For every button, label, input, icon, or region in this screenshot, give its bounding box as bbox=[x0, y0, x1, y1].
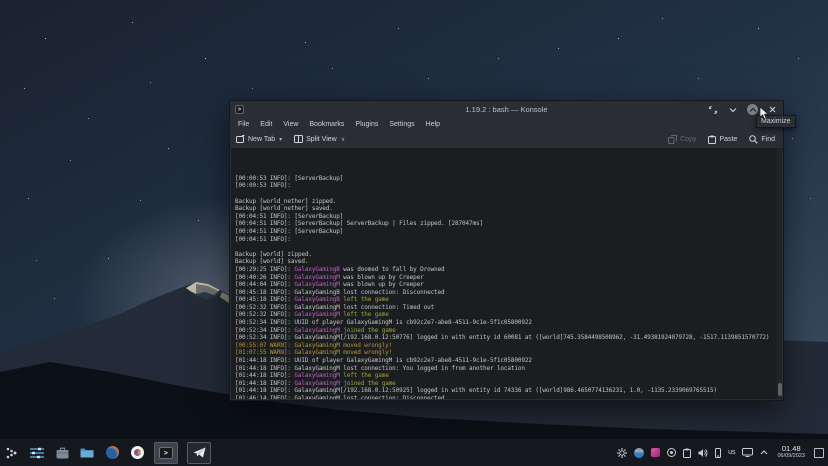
file-manager-icon[interactable] bbox=[79, 445, 95, 461]
terminal-log-line: [00:04:51 INFO]: [ServerBackup] bbox=[235, 228, 782, 236]
menu-file[interactable]: File bbox=[238, 121, 249, 128]
terminal-log-line: [00:52:34 INFO]: GalaxyGamingM joined th… bbox=[235, 327, 782, 335]
paste-button[interactable]: Paste bbox=[708, 135, 737, 144]
terminal-log-line: Backup [world_nether] saved. bbox=[235, 205, 782, 213]
menu-help[interactable]: Help bbox=[426, 121, 440, 128]
steam-icon[interactable] bbox=[634, 448, 644, 458]
menu-settings[interactable]: Settings bbox=[389, 121, 414, 128]
titlebar[interactable]: > 1.19.2 : bash — Konsole bbox=[230, 101, 783, 118]
terminal-log-line: [00:04:51 INFO]: [ServerBackup] bbox=[235, 213, 782, 221]
taskbar: > bbox=[0, 438, 828, 466]
clock-date: 06/09/2023 bbox=[777, 454, 805, 460]
terminal-log-line: [00:55:07 WARN]: GalaxyGamingM moved wro… bbox=[235, 342, 782, 350]
phone-icon[interactable] bbox=[715, 448, 721, 458]
terminal-log-line: [00:52:34 INFO]: GalaxyGamingM[/192.168.… bbox=[235, 334, 782, 342]
find-button[interactable]: Find bbox=[749, 135, 775, 144]
terminal-log-line: [01:44:18 INFO]: GalaxyGamingM[/192.168.… bbox=[235, 387, 782, 395]
find-icon bbox=[749, 135, 758, 144]
split-view-caret-icon: ∨ bbox=[341, 136, 345, 143]
terminal-log-line: [00:44:04 INFO]: GalaxyGamingM was blown… bbox=[235, 281, 782, 289]
terminal-log-line: [01:46:14 INFO]: GalaxyGamingM lost conn… bbox=[235, 395, 782, 399]
show-desktop-button[interactable] bbox=[814, 448, 824, 458]
terminal-log-line: [00:45:18 INFO]: GalaxyGamingB lost conn… bbox=[235, 289, 782, 297]
record-icon[interactable] bbox=[667, 448, 676, 457]
konsole-window: > 1.19.2 : bash — Konsole File Edit bbox=[229, 100, 784, 401]
terminal-scrollbar[interactable] bbox=[777, 149, 782, 399]
copy-button[interactable]: Copy bbox=[668, 135, 696, 144]
terminal-log-line: [00:29:25 INFO]: GalaxyGamingB was doome… bbox=[235, 266, 782, 274]
konsole-task-icon: > bbox=[159, 447, 173, 459]
expand-caret-icon[interactable] bbox=[760, 450, 768, 455]
briefcase-icon[interactable] bbox=[54, 445, 70, 461]
copy-icon bbox=[668, 135, 677, 144]
menu-view[interactable]: View bbox=[283, 121, 298, 128]
system-settings-icon[interactable] bbox=[29, 445, 45, 461]
new-tab-button[interactable]: New Tab ▾ bbox=[236, 135, 282, 143]
media-pink-icon[interactable] bbox=[651, 448, 660, 457]
app-circle-icon[interactable] bbox=[129, 445, 145, 461]
maximize-icon[interactable] bbox=[747, 104, 758, 115]
terminal-log-line: [00:52:34 INFO]: UUID of player GalaxyGa… bbox=[235, 319, 782, 327]
terminal-log-line: Backup [world] zipped. bbox=[235, 251, 782, 259]
terminal-log-line: [01:44:18 INFO]: UUID of player GalaxyGa… bbox=[235, 357, 782, 365]
clipboard-icon[interactable] bbox=[683, 448, 691, 458]
terminal-log-line: [01:44:18 INFO]: GalaxyGamingM left the … bbox=[235, 372, 782, 380]
split-view-button[interactable]: Split View ∨ bbox=[294, 135, 345, 143]
firefox-icon[interactable] bbox=[104, 445, 120, 461]
telegram-paper-plane-icon bbox=[193, 447, 206, 458]
terminal-log-line: [00:00:53 INFO]: [ServerBackup] bbox=[235, 175, 782, 183]
toolbar: New Tab ▾ Split View ∨ Copy Paste Find bbox=[230, 130, 783, 149]
terminal-log-line: [01:07:55 WARN]: GalaxyGamingM moved wro… bbox=[235, 349, 782, 357]
volume-icon[interactable] bbox=[698, 448, 708, 458]
terminal-log-line: [00:52:32 INFO]: GalaxyGamingM left the … bbox=[235, 311, 782, 319]
konsole-app-icon: > bbox=[235, 105, 244, 114]
terminal-log-line: [01:44:18 INFO]: GalaxyGamingM joined th… bbox=[235, 380, 782, 388]
new-tab-icon bbox=[236, 135, 245, 143]
keyboard-layout-indicator[interactable]: us bbox=[728, 449, 735, 456]
restore-icon[interactable] bbox=[707, 104, 718, 115]
app-launcher-icon[interactable] bbox=[4, 445, 20, 461]
terminal-output[interactable]: [00:00:53 INFO]: [ServerBackup][00:00:53… bbox=[231, 149, 782, 399]
menu-bar: File Edit View Bookmarks Plugins Setting… bbox=[230, 118, 783, 130]
menu-bookmarks[interactable]: Bookmarks bbox=[309, 121, 344, 128]
terminal-log-line bbox=[235, 190, 782, 198]
new-tab-caret-icon: ▾ bbox=[279, 136, 282, 143]
minimize-icon[interactable] bbox=[727, 104, 738, 115]
terminal-log-line: [00:45:18 INFO]: GalaxyGamingB left the … bbox=[235, 296, 782, 304]
terminal-log-line bbox=[235, 243, 782, 251]
gear-icon[interactable] bbox=[617, 448, 627, 458]
terminal-log-line: Backup [world_nether] zipped. bbox=[235, 198, 782, 206]
terminal-log-line: Backup [world] saved. bbox=[235, 258, 782, 266]
window-title: 1.19.2 : bash — Konsole bbox=[230, 105, 783, 114]
task-konsole[interactable]: > bbox=[154, 442, 178, 464]
terminal-log-line: [00:00:53 INFO]: bbox=[235, 182, 782, 190]
mouse-cursor bbox=[759, 107, 770, 120]
paste-icon bbox=[708, 135, 716, 144]
menu-plugins[interactable]: Plugins bbox=[355, 121, 378, 128]
task-telegram[interactable] bbox=[187, 442, 211, 464]
clock[interactable]: 01.48 06/09/2023 bbox=[777, 445, 805, 460]
terminal-log-line: [00:40:26 INFO]: GalaxyGamingM was blown… bbox=[235, 274, 782, 282]
terminal-scrollbar-thumb[interactable] bbox=[778, 383, 782, 396]
terminal-log-line: [00:04:51 INFO]: [ServerBackup] ServerBa… bbox=[235, 220, 782, 228]
split-view-icon bbox=[294, 135, 303, 143]
terminal-log-line: [00:52:32 INFO]: GalaxyGamingM lost conn… bbox=[235, 304, 782, 312]
menu-edit[interactable]: Edit bbox=[260, 121, 272, 128]
clock-time: 01.48 bbox=[777, 445, 805, 453]
terminal-log-line: [01:44:18 INFO]: GalaxyGamingM lost conn… bbox=[235, 365, 782, 373]
screen-layout-icon[interactable] bbox=[742, 448, 753, 457]
desktop: > 1.19.2 : bash — Konsole File Edit bbox=[0, 0, 828, 466]
terminal-log-line: [00:04:51 INFO]: bbox=[235, 236, 782, 244]
